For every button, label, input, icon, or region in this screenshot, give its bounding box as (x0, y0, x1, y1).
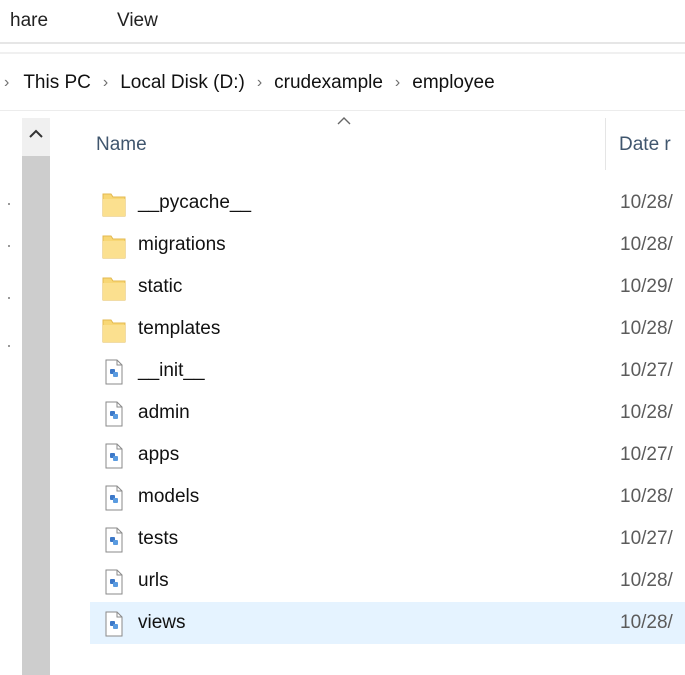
file-name: urls (138, 570, 169, 591)
python-file-icon (105, 485, 123, 511)
file-name: admin (138, 402, 190, 423)
file-row[interactable]: admin 10/28/ (90, 392, 685, 434)
file-row[interactable]: __init__ 10/27/ (90, 350, 685, 392)
file-row[interactable]: __pycache__ 10/28/ (90, 182, 685, 224)
breadcrumb-crudexample[interactable]: crudexample (274, 68, 383, 98)
scroll-up-button[interactable] (27, 124, 45, 142)
file-date-modified: 10/28/ (620, 318, 673, 339)
ribbon-bottom-border (0, 52, 685, 54)
python-file-icon (105, 527, 123, 553)
column-header-name[interactable]: Name (96, 130, 147, 160)
folder-icon (102, 235, 126, 259)
folder-icon (102, 319, 126, 343)
file-date-modified: 10/28/ (620, 570, 673, 591)
nav-tree-dot (8, 203, 10, 205)
file-name: tests (138, 528, 179, 549)
column-separator[interactable] (605, 118, 606, 170)
nav-tree-dot (8, 245, 10, 247)
folder-icon (102, 193, 126, 217)
nav-tree-dot (8, 345, 10, 347)
breadcrumb: › This PC › Local Disk (D:) › crudexampl… (0, 68, 495, 98)
file-row[interactable]: apps 10/27/ (90, 434, 685, 476)
file-date-modified: 10/28/ (620, 234, 673, 255)
sort-ascending-icon (337, 117, 351, 125)
file-row[interactable]: templates 10/28/ (90, 308, 685, 350)
scrollbar-thumb[interactable] (22, 156, 50, 675)
file-date-modified: 10/28/ (620, 486, 673, 507)
chevron-right-icon[interactable]: › (383, 68, 412, 98)
python-file-icon (105, 443, 123, 469)
navigation-pane[interactable] (0, 117, 22, 675)
column-header-date[interactable]: Date r (619, 130, 671, 160)
chevron-right-icon[interactable]: › (245, 68, 274, 98)
python-file-icon (105, 611, 123, 637)
file-date-modified: 10/29/ (620, 276, 673, 297)
file-row[interactable]: views 10/28/ (90, 602, 685, 644)
breadcrumb-employee[interactable]: employee (412, 68, 494, 98)
file-row[interactable]: models 10/28/ (90, 476, 685, 518)
file-date-modified: 10/27/ (620, 528, 673, 549)
chevron-right-icon[interactable]: › (0, 68, 23, 98)
file-name: __init__ (138, 360, 205, 381)
ribbon-divider (0, 42, 685, 44)
python-file-icon (105, 569, 123, 595)
file-row[interactable]: migrations 10/28/ (90, 224, 685, 266)
ribbon-tab-view[interactable]: View (117, 8, 158, 34)
folder-icon (102, 277, 126, 301)
chevron-up-icon (29, 129, 43, 138)
file-name: models (138, 486, 200, 507)
file-name: static (138, 276, 183, 297)
file-date-modified: 10/27/ (620, 444, 673, 465)
python-file-icon (105, 359, 123, 385)
file-date-modified: 10/28/ (620, 612, 673, 633)
file-date-modified: 10/27/ (620, 360, 673, 381)
file-date-modified: 10/28/ (620, 192, 673, 213)
file-name: __pycache__ (138, 192, 252, 213)
file-date-modified: 10/28/ (620, 402, 673, 423)
file-row[interactable]: static 10/29/ (90, 266, 685, 308)
file-row[interactable]: tests 10/27/ (90, 518, 685, 560)
file-row[interactable]: urls 10/28/ (90, 560, 685, 602)
file-name: views (138, 612, 186, 633)
nav-tree-dot (8, 297, 10, 299)
ribbon-tab-share[interactable]: hare (10, 8, 48, 34)
file-name: migrations (138, 234, 226, 255)
breadcrumb-this-pc[interactable]: This PC (23, 68, 91, 98)
chevron-right-icon[interactable]: › (91, 68, 120, 98)
file-name: apps (138, 444, 180, 465)
address-bar-border (0, 110, 685, 111)
python-file-icon (105, 401, 123, 427)
breadcrumb-local-disk[interactable]: Local Disk (D:) (120, 68, 245, 98)
file-name: templates (138, 318, 221, 339)
